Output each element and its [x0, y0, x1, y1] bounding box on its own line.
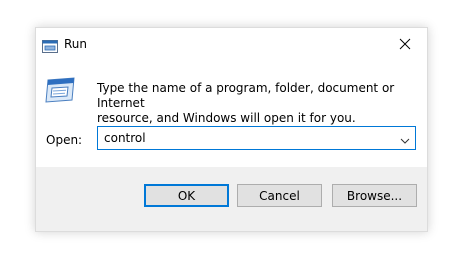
dropdown-button[interactable]	[395, 127, 415, 149]
browse-button[interactable]: Browse...	[332, 184, 417, 207]
close-icon	[399, 35, 411, 54]
ok-button[interactable]: OK	[144, 184, 229, 207]
run-program-icon	[44, 76, 76, 104]
instruction-text: Type the name of a program, folder, docu…	[97, 81, 395, 125]
dialog-content: Type the name of a program, folder, docu…	[36, 61, 427, 167]
run-dialog: Run Type the name of a program, folder, …	[35, 27, 428, 232]
window-title: Run	[64, 37, 88, 51]
cancel-button[interactable]: Cancel	[237, 184, 322, 207]
close-button[interactable]	[383, 28, 427, 61]
open-input[interactable]	[98, 127, 388, 149]
title-bar[interactable]: Run	[36, 28, 427, 61]
chevron-down-icon	[400, 129, 410, 148]
run-icon	[42, 38, 58, 53]
open-label: Open:	[46, 133, 83, 147]
open-combobox[interactable]	[97, 126, 416, 150]
button-bar: OK Cancel Browse...	[36, 167, 427, 231]
